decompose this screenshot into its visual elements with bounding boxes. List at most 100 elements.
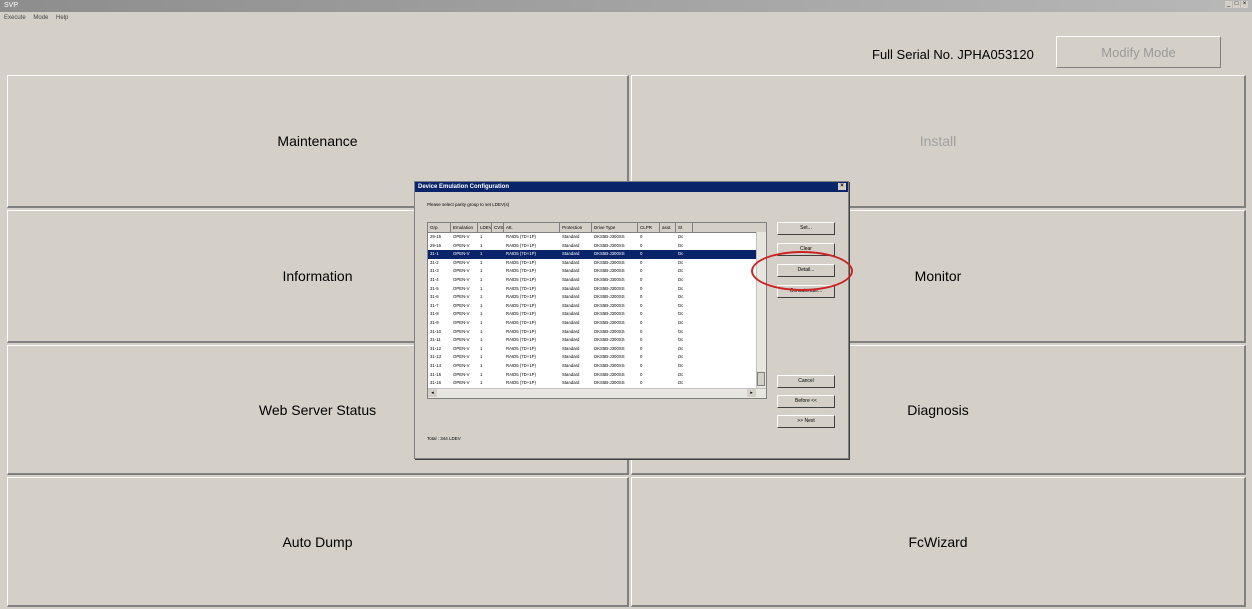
column-header[interactable]: Att.	[504, 223, 560, 232]
table-cell: Standard	[562, 251, 580, 257]
table-cell: 0	[640, 294, 643, 300]
table-cell	[660, 362, 676, 371]
column-header[interactable]: St	[676, 223, 693, 232]
table-row[interactable]: 31-8 OPEN-V 1 RAID5 (7D+1P) Standard DKS5B-J3…	[428, 310, 766, 319]
table-row[interactable]: 29-15 OPEN-V 1 RAID5 (7D+1P) Standard DKS5B-J…	[428, 233, 766, 242]
table-cell: Dc	[678, 311, 684, 317]
table-cell: 1	[480, 251, 483, 257]
column-header[interactable]: CLPR	[638, 223, 660, 232]
table-cell	[492, 267, 504, 276]
table-cell: 31-9	[430, 319, 439, 325]
table-cell: 1	[480, 302, 483, 308]
table-cell	[492, 310, 504, 319]
table-cell: RAID5 (7D+1P)	[506, 362, 536, 368]
horizontal-scrollbar[interactable]: ◂ ▸	[428, 388, 766, 398]
column-header[interactable]: asst.	[660, 223, 676, 232]
auto-dump-button[interactable]: Auto Dump	[7, 477, 629, 607]
table-row[interactable]: 31-14 OPEN-V 1 RAID5 (7D+1P) Standard DKS5B-J…	[428, 362, 766, 371]
table-cell	[660, 302, 676, 311]
close-icon[interactable]: ×	[1241, 1, 1248, 8]
table-row[interactable]: 31-12 OPEN-V 1 RAID5 (7D+1P) Standard DKS5B-J…	[428, 345, 766, 354]
detail-highlight-circle	[751, 251, 853, 291]
minimize-icon[interactable]: _	[1225, 1, 1232, 8]
table-row[interactable]: 31-4 OPEN-V 1 RAID5 (7D+1P) Standard DKS5B-J3…	[428, 276, 766, 285]
table-row[interactable]: 31-2 OPEN-V 1 RAID5 (7D+1P) Standard DKS5B-J3…	[428, 259, 766, 268]
table-row[interactable]: 31-6 OPEN-V 1 RAID5 (7D+1P) Standard DKS5B-J3…	[428, 293, 766, 302]
table-cell: 0	[640, 337, 643, 343]
table-cell	[660, 379, 676, 388]
table-cell: Dc	[678, 259, 684, 265]
table-cell: OPEN-V	[453, 268, 470, 274]
table-row[interactable]: 29-16 OPEN-V 1 RAID5 (7D+1P) Standard DKS5B-J…	[428, 242, 766, 251]
maximize-icon[interactable]: □	[1233, 1, 1240, 8]
table-cell: OPEN-V	[453, 345, 470, 351]
column-header[interactable]: Grp.	[428, 223, 451, 232]
table-cell: 0	[640, 242, 643, 248]
table-row[interactable]: 31-15 OPEN-V 1 RAID5 (7D+1P) Standard DKS5B-J…	[428, 371, 766, 380]
table-row[interactable]: 31-5 OPEN-V 1 RAID5 (7D+1P) Standard DKS5B-J3…	[428, 285, 766, 294]
table-row[interactable]: 31-16 OPEN-V 1 RAID5 (7D+1P) Standard DKS5B-J…	[428, 379, 766, 388]
table-cell: RAID5 (7D+1P)	[506, 259, 536, 265]
table-cell: 31-3	[430, 268, 439, 274]
dialog-titlebar: Device Emulation Configuration ×	[415, 182, 848, 192]
table-cell: 1	[480, 294, 483, 300]
menu-help[interactable]: Help	[56, 15, 68, 21]
table-cell: RAID5 (7D+1P)	[506, 251, 536, 257]
modify-mode-button[interactable]: Modify Mode	[1056, 36, 1221, 68]
table-cell: Standard	[562, 328, 580, 334]
table-cell	[660, 250, 676, 259]
table-cell	[492, 319, 504, 328]
scroll-thumb[interactable]	[757, 372, 765, 386]
column-header[interactable]: Drive Type	[592, 223, 638, 232]
table-cell: RAID5 (7D+1P)	[506, 311, 536, 317]
table-cell: Dc	[678, 302, 684, 308]
table-cell	[492, 353, 504, 362]
table-cell: DKS5B-J300SS	[594, 345, 625, 351]
table-cell: 31-11	[430, 337, 441, 343]
table-row[interactable]: 31-9 OPEN-V 1 RAID5 (7D+1P) Standard DKS5B-J3…	[428, 319, 766, 328]
table-cell	[660, 319, 676, 328]
table-row[interactable]: 31-13 OPEN-V 1 RAID5 (7D+1P) Standard DKS5B-J…	[428, 353, 766, 362]
column-header[interactable]: CVS	[492, 223, 504, 232]
cancel-button[interactable]: Cancel	[777, 375, 835, 388]
column-header[interactable]: LDEV	[478, 223, 492, 232]
table-cell: OPEN-V	[453, 319, 470, 325]
menu-execute[interactable]: Execute	[4, 15, 26, 21]
table-cell: 1	[480, 319, 483, 325]
next-button[interactable]: >> Next	[777, 415, 835, 428]
table-row[interactable]: 31-11 OPEN-V 1 RAID5 (7D+1P) Standard DKS5B-J…	[428, 336, 766, 345]
table-cell: 1	[480, 285, 483, 291]
table-cell: Dc	[678, 242, 684, 248]
table-cell: 1	[480, 242, 483, 248]
menu-mode[interactable]: Mode	[33, 15, 48, 21]
vertical-scrollbar[interactable]	[756, 232, 766, 389]
table-cell	[660, 353, 676, 362]
column-header[interactable]: Emulation	[451, 223, 478, 232]
fcwizard-button[interactable]: FcWizard	[631, 477, 1246, 607]
set-button[interactable]: Set...	[777, 222, 835, 235]
table-cell	[492, 242, 504, 251]
dialog-close-icon[interactable]: ×	[838, 183, 846, 190]
table-row[interactable]: 31-10 OPEN-V 1 RAID5 (7D+1P) Standard DKS5B-J…	[428, 328, 766, 337]
table-cell: 1	[480, 259, 483, 265]
table-cell	[492, 233, 504, 242]
table-cell: Dc	[678, 337, 684, 343]
column-header[interactable]: Protection	[560, 223, 592, 232]
table-cell: DKS5B-J300SS	[594, 371, 625, 377]
table-cell: 0	[640, 354, 643, 360]
table-cell: DKS5B-J300SS	[594, 362, 625, 368]
scroll-right-icon[interactable]: ▸	[747, 389, 756, 397]
table-cell: Dc	[678, 380, 684, 386]
table-row[interactable]: 31-7 OPEN-V 1 RAID5 (7D+1P) Standard DKS5B-J3…	[428, 302, 766, 311]
table-cell: Dc	[678, 354, 684, 360]
table-cell	[492, 293, 504, 302]
table-cell	[660, 293, 676, 302]
table-cell: Dc	[678, 268, 684, 274]
table-row[interactable]: 31-3 OPEN-V 1 RAID5 (7D+1P) Standard DKS5B-J3…	[428, 267, 766, 276]
before-button[interactable]: Before <<	[777, 395, 835, 408]
table-row[interactable]: 31-1 OPEN-V 1 RAID5 (7D+1P) Standard DKS5B-J3…	[428, 250, 766, 259]
scroll-left-icon[interactable]: ◂	[428, 389, 437, 397]
parity-group-table[interactable]: Grp. Emulation LDEV CVS Att. Protection Drive …	[427, 222, 767, 399]
table-cell	[660, 233, 676, 242]
table-cell: 31-1	[430, 251, 439, 257]
